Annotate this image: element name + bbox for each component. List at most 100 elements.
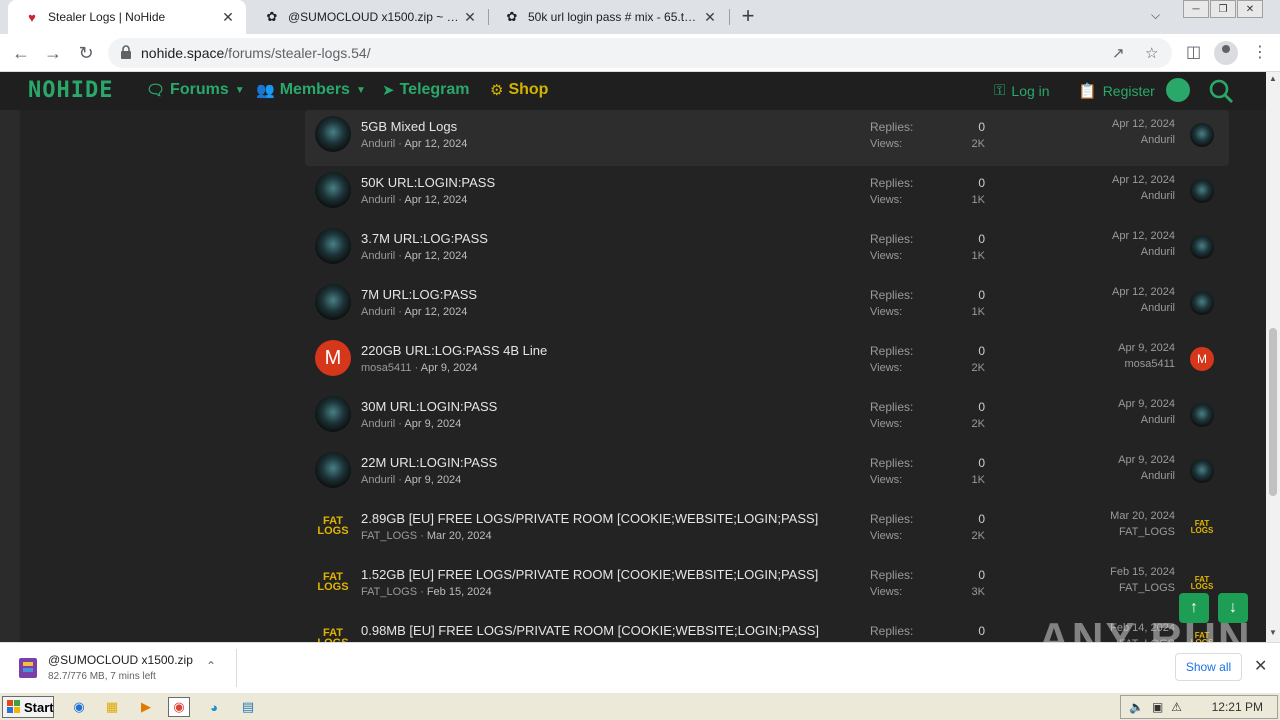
back-arrow-icon[interactable]: ← [10, 42, 32, 64]
tab-stealer-logs[interactable]: ♥ Stealer Logs | NoHide ✕ [8, 0, 246, 34]
chevron-up-icon[interactable]: ⌃ [206, 659, 216, 673]
last-poster-avatar[interactable]: M [1190, 347, 1214, 371]
last-post-user[interactable]: FAT_LOGS [1065, 526, 1175, 538]
last-post-date[interactable]: Feb 15, 2024 [1065, 566, 1175, 578]
side-panel-icon[interactable]: ◫ [1186, 42, 1201, 62]
thread-title[interactable]: 50K URL:LOGIN:PASS [361, 175, 495, 190]
file-explorer-icon[interactable]: ▦ [101, 697, 123, 717]
author-avatar[interactable] [315, 116, 351, 152]
tab-search-chevron-icon[interactable]: ⌵ [1151, 8, 1160, 23]
address-bar[interactable]: nohide.space/forums/stealer-logs.54/ ↗ ☆ [108, 38, 1172, 68]
last-post-date[interactable]: Apr 9, 2024 [1065, 398, 1175, 410]
scrollbar-thumb[interactable] [1269, 328, 1277, 496]
register-link[interactable]: 📋 Register [1078, 82, 1155, 100]
show-all-button[interactable]: Show all [1175, 653, 1242, 681]
last-post-date[interactable]: Mar 20, 2024 [1065, 510, 1175, 522]
last-post-user[interactable]: Anduril [1065, 246, 1175, 258]
thread-row[interactable]: 22M URL:LOGIN:PASS Anduril · Apr 9, 2024 R… [305, 446, 1229, 502]
thread-title[interactable]: 2.89GB [EU] FREE LOGS/PRIVATE ROOM [COOK… [361, 511, 818, 526]
last-poster-avatar[interactable] [1190, 123, 1214, 147]
reload-icon[interactable]: ↻ [75, 42, 97, 64]
edge-icon[interactable]: ◕ [203, 697, 225, 717]
site-logo[interactable]: NOHIDE [28, 78, 113, 103]
thread-row[interactable]: FAT LOGS 1.52GB [EU] FREE LOGS/PRIVATE ROO… [305, 558, 1229, 614]
last-post-date[interactable]: Apr 9, 2024 [1065, 342, 1175, 354]
thread-author[interactable]: mosa5411 [361, 362, 412, 374]
last-poster-avatar[interactable] [1190, 403, 1214, 427]
thread-date[interactable]: Apr 9, 2024 [421, 362, 478, 374]
thread-author[interactable]: Anduril [361, 138, 395, 150]
profile-avatar-icon[interactable] [1214, 41, 1238, 65]
last-post-date[interactable]: Apr 12, 2024 [1065, 286, 1175, 298]
last-post-user[interactable]: Anduril [1065, 190, 1175, 202]
thread-row[interactable]: 7M URL:LOG:PASS Anduril · Apr 12, 2024 Rep… [305, 278, 1229, 334]
thread-title[interactable]: 220GB URL:LOG:PASS 4B Line [361, 343, 547, 358]
last-post-date[interactable]: Apr 9, 2024 [1065, 454, 1175, 466]
author-avatar[interactable] [315, 396, 351, 432]
thread-date[interactable]: Apr 12, 2024 [404, 194, 467, 206]
chevron-down-icon[interactable]: ▼ [235, 85, 245, 96]
thread-author[interactable]: Anduril [361, 418, 395, 430]
tab-50k-url[interactable]: ✿ 50k url login pass # mix - 65.txt ~ pi… [488, 0, 728, 34]
volume-icon[interactable]: 🔈 [1129, 700, 1144, 714]
archive-file-icon[interactable] [16, 656, 40, 680]
new-tab-icon[interactable]: + [737, 4, 759, 30]
chevron-down-icon[interactable]: ▼ [356, 85, 366, 96]
nav-members[interactable]: 👥 Members ▼ [256, 81, 366, 99]
media-player-icon[interactable]: ▶ [135, 697, 157, 717]
thread-title[interactable]: 5GB Mixed Logs [361, 119, 457, 134]
thread-author[interactable]: Anduril [361, 474, 395, 486]
minimize-icon[interactable]: ─ [1183, 0, 1209, 18]
restore-icon[interactable]: ❐ [1210, 0, 1236, 18]
last-poster-avatar[interactable]: FATLOGS [1190, 571, 1214, 595]
last-post-user[interactable]: FAT_LOGS [1065, 582, 1175, 594]
thread-author[interactable]: Anduril [361, 250, 395, 262]
last-poster-avatar[interactable] [1190, 235, 1214, 259]
nav-telegram[interactable]: ➤ Telegram [382, 81, 470, 99]
close-window-icon[interactable]: ✕ [1237, 0, 1263, 18]
close-download-bar-icon[interactable]: ✕ [1254, 656, 1267, 676]
nav-shop[interactable]: ⚙ Shop [490, 81, 548, 99]
author-avatar[interactable]: FATLOGS [315, 508, 351, 544]
start-button[interactable]: Start [2, 696, 54, 718]
thread-row[interactable]: 30M URL:LOGIN:PASS Anduril · Apr 9, 2024 R… [305, 390, 1229, 446]
thread-title[interactable]: 22M URL:LOGIN:PASS [361, 455, 497, 470]
close-tab-icon[interactable]: ✕ [220, 9, 236, 26]
thread-row[interactable]: 50K URL:LOGIN:PASS Anduril · Apr 12, 2024… [305, 166, 1229, 222]
thread-row[interactable]: M 220GB URL:LOG:PASS 4B Line mosa5411 · Ap… [305, 334, 1229, 390]
last-post-user[interactable]: Anduril [1065, 470, 1175, 482]
thread-title[interactable]: 1.52GB [EU] FREE LOGS/PRIVATE ROOM [COOK… [361, 567, 818, 582]
author-avatar[interactable] [315, 284, 351, 320]
last-post-user[interactable]: Anduril [1065, 134, 1175, 146]
last-post-user[interactable]: mosa5411 [1065, 358, 1175, 370]
last-post-user[interactable]: Anduril [1065, 414, 1175, 426]
thread-date[interactable]: Apr 9, 2024 [404, 418, 461, 430]
last-poster-avatar[interactable] [1190, 459, 1214, 483]
thread-title[interactable]: 7M URL:LOG:PASS [361, 287, 477, 302]
language-globe-icon[interactable] [1166, 78, 1190, 102]
thread-row[interactable]: 5GB Mixed Logs Anduril · Apr 12, 2024 Repl… [305, 110, 1229, 166]
author-avatar[interactable] [315, 452, 351, 488]
page-scrollbar[interactable]: ▲ ▼ [1266, 72, 1280, 642]
thread-title[interactable]: 30M URL:LOGIN:PASS [361, 399, 497, 414]
thread-title[interactable]: 0.98MB [EU] FREE LOGS/PRIVATE ROOM [COOK… [361, 623, 819, 638]
thread-author[interactable]: FAT_LOGS [361, 586, 417, 598]
login-link[interactable]: ⚿ Log in [994, 82, 1050, 99]
network-icon[interactable]: ▣ [1152, 700, 1163, 714]
thread-date[interactable]: Apr 12, 2024 [404, 306, 467, 318]
thread-date[interactable]: Apr 12, 2024 [404, 138, 467, 150]
thread-row[interactable]: 3.7M URL:LOG:PASS Anduril · Apr 12, 2024 R… [305, 222, 1229, 278]
last-post-date[interactable]: Apr 12, 2024 [1065, 230, 1175, 242]
notepad-icon[interactable]: ▤ [237, 697, 259, 717]
thread-date[interactable]: Feb 15, 2024 [427, 586, 492, 598]
bookmark-star-icon[interactable]: ☆ [1145, 44, 1158, 62]
last-poster-avatar[interactable] [1190, 291, 1214, 315]
thread-title[interactable]: 3.7M URL:LOG:PASS [361, 231, 488, 246]
forward-arrow-icon[interactable]: → [42, 42, 64, 64]
chrome-taskbar-icon[interactable]: ◉ [168, 697, 190, 717]
internet-explorer-icon[interactable]: ◉ [68, 697, 90, 717]
author-avatar[interactable] [315, 172, 351, 208]
last-poster-avatar[interactable] [1190, 179, 1214, 203]
author-avatar[interactable]: M [315, 340, 351, 376]
thread-date[interactable]: Mar 20, 2024 [427, 530, 492, 542]
